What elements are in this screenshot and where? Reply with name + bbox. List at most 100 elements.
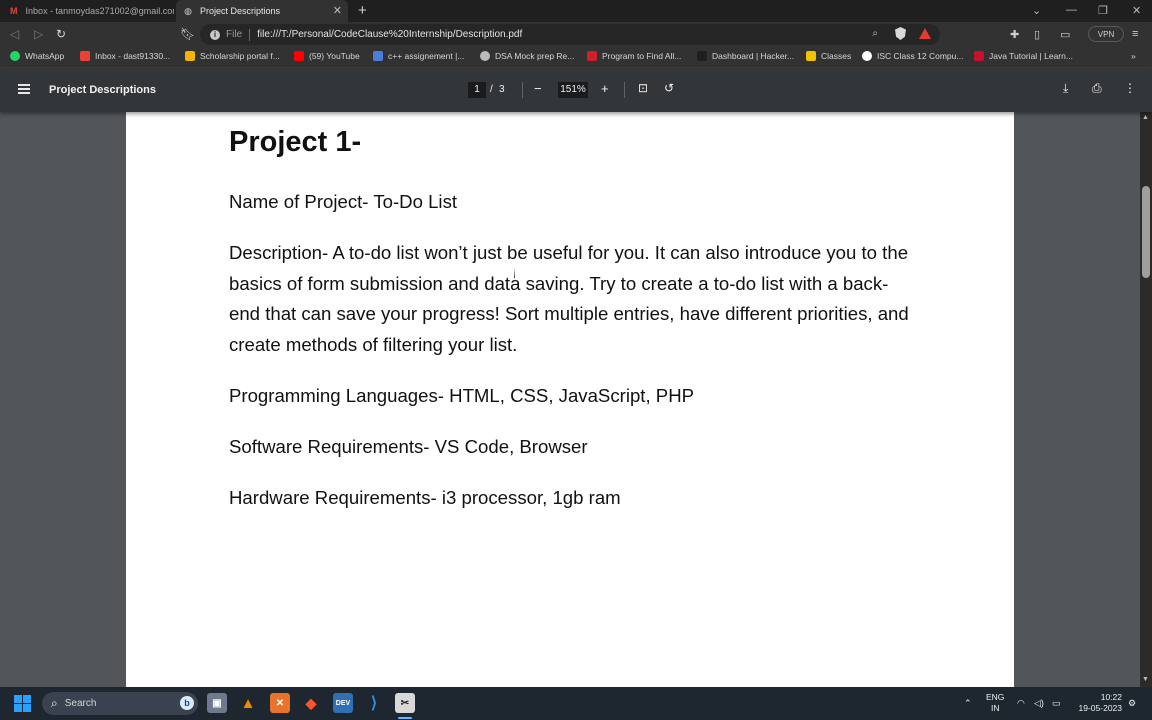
bookmark-hackerrank[interactable]: Dashboard | Hacker... (697, 51, 794, 61)
document-icon (373, 51, 383, 61)
mouse-cursor (514, 268, 515, 278)
bookmark-label: Program to Find All... (602, 51, 682, 61)
address-bar[interactable]: i File file:///T:/Personal/CodeClause%20… (200, 24, 940, 45)
volume-icon[interactable]: ◁) (1034, 687, 1044, 720)
scroll-down-icon[interactable]: ▼ (1142, 676, 1149, 683)
search-label: Search (64, 698, 97, 709)
bookmark-cpp-assignment[interactable]: c++ assignement |... (373, 51, 464, 61)
brave-icon[interactable]: ◆ (301, 693, 321, 713)
devcpp-icon[interactable]: DEV (333, 693, 353, 713)
vertical-scrollbar[interactable]: ▲ ▼ (1140, 112, 1152, 687)
bookmark-label: Dashboard | Hacker... (712, 51, 795, 61)
new-tab-button[interactable]: + (358, 2, 367, 19)
brave-rewards-icon[interactable] (919, 28, 931, 39)
zoom-out-icon[interactable]: − (534, 81, 542, 96)
hardware-requirements: Hardware Requirements- i3 processor, 1gb… (229, 487, 621, 508)
java-icon (974, 51, 984, 61)
clock[interactable]: 10:22 19-05-2023 (1070, 692, 1122, 714)
page-separator: / (490, 84, 493, 95)
classroom-icon (806, 51, 816, 61)
brave-shield-icon[interactable] (895, 27, 906, 40)
print-icon[interactable]: ⎙ (1092, 81, 1102, 96)
page-total: 3 (499, 84, 505, 95)
vlc-icon[interactable]: ▲ (238, 693, 258, 713)
youtube-icon (294, 51, 304, 61)
minimize-button[interactable]: — (1066, 4, 1077, 16)
hackerrank-icon (697, 51, 707, 61)
scroll-thumb[interactable] (1142, 186, 1150, 278)
bookmark-label: Classes (821, 51, 852, 61)
notification-icon[interactable]: ⚙ (1128, 687, 1136, 720)
project-name: Name of Project- To-Do List (229, 191, 458, 212)
task-view-icon[interactable]: ▣ (207, 693, 227, 713)
info-icon[interactable]: i (210, 29, 220, 40)
zoom-icon[interactable]: ⌕ (872, 28, 878, 39)
gmail-icon (80, 51, 90, 61)
zoom-in-icon[interactable]: + (601, 81, 609, 96)
divider (249, 28, 251, 41)
bookmark-isc-class[interactable]: ISC Class 12 Compu... (862, 51, 963, 61)
pdf-viewer[interactable]: Project 1- Name of Project- To-Do List D… (0, 112, 1152, 687)
scroll-up-icon[interactable]: ▲ (1142, 114, 1149, 121)
maximize-button[interactable]: ❐ (1098, 4, 1108, 17)
vpn-button[interactable]: VPN (1088, 26, 1124, 42)
bookmark-scholarship[interactable]: Scholarship portal f... (185, 51, 280, 61)
search-icon: ⌕ (51, 696, 58, 710)
time-text: 10:22 (1100, 692, 1122, 702)
forward-button[interactable]: ▷ (34, 27, 43, 41)
url-scheme: File (226, 29, 243, 40)
tab-gmail-inbox[interactable]: M Inbox - tanmoydas271002@gmail.com (8, 0, 174, 22)
bookmark-program-find[interactable]: Program to Find All... (587, 51, 681, 61)
bookmark-label: Scholarship portal f... (200, 51, 280, 61)
download-icon[interactable]: ⤓ (1063, 81, 1068, 96)
taskbar: ⌕ Search b ▣ ▲ ✕ ◆ DEV ⟩ ✂ ⌃ ENG IN ◠ ◁)… (0, 687, 1152, 720)
more-bookmarks-icon[interactable]: » (1131, 51, 1136, 61)
back-button[interactable]: ◁ (10, 27, 19, 41)
vscode-icon[interactable]: ⟩ (364, 693, 384, 713)
bookmark-whatsapp[interactable]: WhatsApp (10, 51, 64, 61)
language-indicator[interactable]: ENG IN (986, 692, 1004, 714)
page-number-input[interactable]: 1 (468, 82, 486, 98)
wifi-icon[interactable]: ◠ (1017, 687, 1025, 720)
star-icon (185, 51, 195, 61)
fit-page-icon[interactable]: ⊡ (638, 81, 648, 95)
taskbar-search[interactable]: ⌕ Search b (42, 692, 198, 715)
extensions-icon[interactable]: ✚ (1010, 28, 1019, 41)
globe-icon: ◍ (184, 5, 192, 16)
rotate-icon[interactable]: ↺ (664, 81, 674, 95)
bookmark-inbox[interactable]: Inbox - dast91330... (80, 51, 170, 61)
sidebar-icon[interactable]: ▯ (1034, 28, 1040, 41)
show-hidden-icons[interactable]: ⌃ (964, 687, 972, 720)
document-title: Project Descriptions (49, 84, 156, 96)
bing-icon[interactable]: b (180, 696, 194, 710)
close-window-button[interactable]: ✕ (1132, 4, 1141, 17)
pdf-toolbar: Project Descriptions 1 / 3 − 151% + ⊡ ↺ … (0, 68, 1152, 112)
bookmark-label: WhatsApp (25, 51, 65, 61)
xampp-icon[interactable]: ✕ (270, 693, 290, 713)
windows-start-icon[interactable] (14, 695, 31, 712)
snipping-tool-icon[interactable]: ✂ (395, 693, 415, 713)
bookmark-label: DSA Mock prep Re... (495, 51, 575, 61)
bookmark-youtube[interactable]: (59) YouTube (294, 51, 360, 61)
menu-icon[interactable]: ≡ (1132, 28, 1138, 40)
bookmark-classes[interactable]: Classes (806, 51, 851, 61)
zoom-level-input[interactable]: 151% (558, 82, 588, 98)
battery-icon[interactable]: ▭ (1052, 687, 1061, 720)
date-text: 19-05-2023 (1078, 703, 1122, 713)
bookmark-java-tutorial[interactable]: Java Tutorial | Learn... (974, 51, 1073, 61)
region-code: IN (990, 703, 1000, 713)
url-text[interactable]: file:///T:/Personal/CodeClause%20Interns… (257, 29, 522, 40)
close-tab-icon[interactable]: ✕ (333, 4, 342, 17)
google-icon (862, 51, 872, 61)
bookmark-icon[interactable]: 🔖︎ (180, 27, 195, 41)
wallet-icon[interactable]: ▭ (1060, 28, 1070, 41)
tab-project-descriptions[interactable]: ◍ Project Descriptions ✕ (176, 0, 348, 22)
bookmark-dsa-mock[interactable]: DSA Mock prep Re... (480, 51, 574, 61)
software-requirements: Software Requirements- VS Code, Browser (229, 436, 588, 457)
more-options-icon[interactable]: ⋮ (1124, 81, 1136, 95)
sidebar-menu-icon[interactable] (18, 84, 30, 94)
reload-button[interactable]: ↻ (56, 27, 66, 41)
bookmark-label: ISC Class 12 Compu... (877, 51, 964, 61)
tab-search-icon[interactable]: ⌄ (1032, 4, 1041, 17)
geeks-icon (587, 51, 597, 61)
